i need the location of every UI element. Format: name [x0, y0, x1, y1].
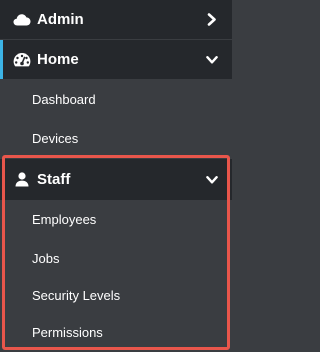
sidebar-item-admin[interactable]: Admin — [0, 0, 232, 39]
chevron-right-icon — [206, 13, 218, 26]
sidebar-item-label: Home — [37, 51, 79, 68]
sidebar-item-label: Admin — [37, 11, 84, 28]
sidebar-subitem-devices[interactable]: Devices — [0, 119, 232, 158]
chevron-down-icon — [206, 54, 218, 66]
sidebar-subitem-employees[interactable]: Employees — [0, 200, 232, 239]
sidebar-item-home[interactable]: Home — [0, 40, 232, 79]
sidebar-subitem-label: Employees — [32, 212, 97, 227]
user-icon — [13, 172, 31, 188]
chevron-down-icon — [206, 174, 218, 186]
dashboard-gauge-icon — [13, 52, 31, 68]
sidebar-subitem-label: Dashboard — [32, 92, 96, 107]
sidebar-subitem-jobs[interactable]: Jobs — [0, 239, 232, 278]
sidebar-menu: Admin Home Dashboard Devices Staff Emplo… — [0, 0, 232, 352]
cloud-icon — [13, 12, 31, 28]
sidebar-subitem-security-levels[interactable]: Security Levels — [0, 276, 232, 315]
sidebar-subitem-dashboard[interactable]: Dashboard — [0, 80, 232, 119]
sidebar-subitem-label: Security Levels — [32, 288, 121, 303]
sidebar-item-staff[interactable]: Staff — [0, 159, 232, 200]
sidebar-item-label: Staff — [37, 171, 71, 188]
sidebar-subitem-label: Devices — [32, 131, 79, 146]
sidebar-subitem-permissions[interactable]: Permissions — [0, 313, 232, 352]
sidebar-subitem-label: Jobs — [32, 251, 60, 266]
sidebar-subitem-label: Permissions — [32, 325, 103, 340]
